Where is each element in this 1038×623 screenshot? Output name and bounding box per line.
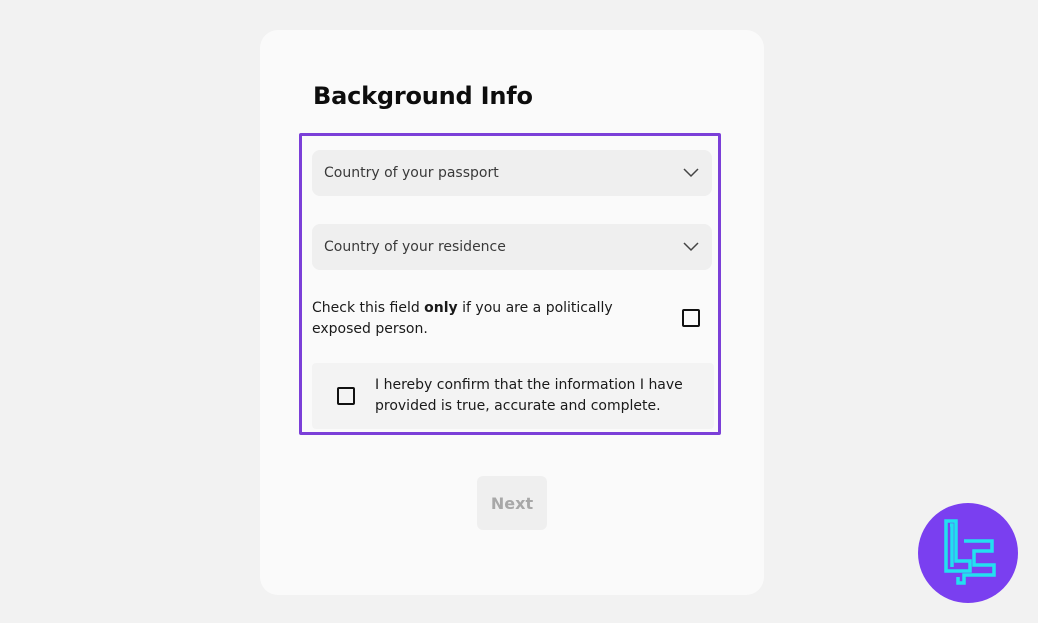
page-title: Background Info [313,82,533,110]
pep-text-before: Check this field [312,300,425,316]
chevron-down-icon [683,242,699,252]
residence-country-select[interactable]: Country of your residence [312,224,712,270]
form-card: Background Info Country of your passport… [260,30,764,595]
pep-checkbox[interactable] [682,309,700,327]
residence-country-label: Country of your residence [324,239,506,255]
confirm-label: I hereby confirm that the information I … [375,377,683,414]
pep-text-bold: only [424,300,458,316]
passport-country-label: Country of your passport [324,165,499,181]
chevron-down-icon [683,168,699,178]
confirm-checkbox[interactable] [337,387,355,405]
pep-label: Check this field only if you are a polit… [312,298,662,340]
passport-country-select[interactable]: Country of your passport [312,150,712,196]
next-button[interactable]: Next [477,476,547,530]
brand-logo-icon [918,503,1018,603]
confirm-section: I hereby confirm that the information I … [312,363,714,429]
